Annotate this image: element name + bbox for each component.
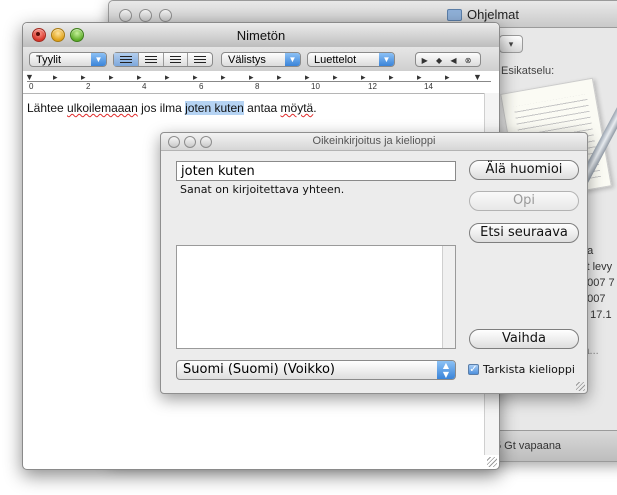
finder-action-button[interactable]: ▾	[499, 35, 523, 53]
align-justify-button[interactable]	[164, 53, 189, 66]
updown-arrows-icon: ▲ ▼	[437, 361, 455, 379]
tab-stop-icon[interactable]: ▸	[193, 72, 198, 83]
suggestions-list[interactable]	[176, 245, 456, 349]
panel-title: Oikeinkirjoitus ja kielioppi	[312, 135, 436, 147]
ignore-button[interactable]: Älä huomioi	[469, 160, 579, 180]
tab-stop-icon[interactable]: ▸	[305, 72, 310, 83]
lists-popup-label: Luettelot	[314, 54, 357, 66]
ruler-number: 10	[311, 82, 320, 91]
tab-stop-icon[interactable]: ▸	[221, 72, 226, 83]
ruler[interactable]: ▼ 0 2 4 6 8 10 12 14 ▸ ▸ ▸ ▸ ▸ ▸ ▸ ▸ ▸ ▸…	[23, 71, 499, 94]
spacing-popup[interactable]: Välistys ▼	[221, 52, 301, 67]
language-select[interactable]: Suomi (Suomi) (Voikko) ▲ ▼	[176, 360, 456, 380]
align-center-icon	[144, 56, 157, 63]
align-right-button[interactable]	[188, 53, 212, 66]
window-title: Nimetön	[236, 28, 286, 43]
tab-stop-icon[interactable]: ▸	[445, 72, 450, 83]
align-center-button[interactable]	[139, 53, 164, 66]
tab-stop-icon[interactable]: ▸	[249, 72, 254, 83]
styles-popup-label: Tyylit	[36, 54, 62, 66]
suggestions-scrollbar[interactable]	[442, 246, 455, 348]
ruler-number: 14	[424, 82, 433, 91]
resize-grip-icon[interactable]	[576, 382, 585, 391]
resize-grip-icon[interactable]	[487, 457, 497, 467]
align-left-button[interactable]	[114, 53, 139, 66]
chevron-down-icon: ▼	[285, 53, 300, 66]
folder-icon	[447, 9, 462, 21]
panel-titlebar[interactable]: Oikeinkirjoitus ja kielioppi	[161, 133, 587, 151]
misspelled-word-field[interactable]: joten kuten	[176, 161, 456, 181]
tab-stop-icon[interactable]: ▸	[109, 72, 114, 83]
spelling-grammar-panel: Oikeinkirjoitus ja kielioppi joten kuten…	[160, 132, 588, 394]
language-select-value: Suomi (Suomi) (Voikko)	[183, 362, 335, 377]
free-space-label: 5 Gt vapaana	[495, 440, 562, 452]
text-run: jos ilma	[137, 101, 186, 115]
tab-stop-icon[interactable]: ▸	[333, 72, 338, 83]
ruler-number: 6	[199, 82, 204, 91]
tab-stop-icon[interactable]: ▸	[165, 72, 170, 83]
grammar-hint: Sanat on kirjoitettava yhteen.	[180, 183, 345, 196]
ruler-number: 0	[29, 82, 34, 91]
check-grammar-label: Tarkista kielioppi	[483, 363, 575, 376]
chevron-down-icon: ▼	[379, 53, 394, 66]
textedit-titlebar[interactable]: Nimetön	[23, 23, 499, 47]
tab-stop-icon[interactable]: ▸	[361, 72, 366, 83]
text-run: Lähtee	[27, 101, 68, 115]
chevron-down-icon: ▼	[91, 53, 106, 66]
spacing-popup-label: Välistys	[228, 54, 266, 66]
alignment-control	[113, 52, 213, 67]
misspelled-word[interactable]: ulkoilemaaan	[67, 101, 138, 115]
finder-title: Ohjelmat	[467, 7, 520, 22]
styles-popup[interactable]: Tyylit ▼	[29, 52, 107, 67]
tab-stop-icon[interactable]: ▸	[53, 72, 58, 83]
tab-stop-icon[interactable]: ▸	[389, 72, 394, 83]
text-run: .	[313, 101, 317, 115]
finder-close-button[interactable]	[119, 9, 132, 22]
misspelled-word[interactable]: möytä	[281, 101, 314, 115]
align-justify-icon	[169, 56, 182, 63]
ruler-number: 8	[255, 82, 260, 91]
text-run: antaa	[243, 101, 281, 115]
indent-marker-icon[interactable]: ▼	[25, 72, 34, 82]
check-grammar-checkbox[interactable]: ✓	[468, 364, 479, 375]
change-button[interactable]: Vaihda	[469, 329, 579, 349]
align-right-icon	[194, 56, 206, 63]
finder-zoom-button[interactable]	[159, 9, 172, 22]
tab-stop-controls[interactable]: ▶ ◆ ◀ ⊗	[415, 52, 481, 67]
finder-minimize-button[interactable]	[139, 9, 152, 22]
ruler-number: 12	[368, 82, 377, 91]
align-left-icon	[120, 56, 132, 63]
selected-text[interactable]: joten kuten	[185, 101, 244, 115]
tab-stop-icon[interactable]: ▸	[417, 72, 422, 83]
tab-stop-icon[interactable]: ▸	[137, 72, 142, 83]
learn-button[interactable]: Opi	[469, 191, 579, 211]
right-margin-marker-icon[interactable]: ▼	[473, 72, 482, 82]
format-toolbar: Tyylit ▼ Välistys ▼ Luettelot ▼ ▶ ◆ ◀ ⊗	[23, 47, 499, 71]
tab-stop-icon[interactable]: ▸	[81, 72, 86, 83]
document-text[interactable]: Lähtee ulkoilemaaan jos ilma joten kuten…	[27, 101, 317, 115]
ruler-number: 4	[142, 82, 147, 91]
lists-popup[interactable]: Luettelot ▼	[307, 52, 395, 67]
tab-stop-icon[interactable]: ▸	[277, 72, 282, 83]
ruler-number: 2	[86, 82, 91, 91]
preview-label: Esikatselu:	[501, 65, 555, 77]
find-next-button[interactable]: Etsi seuraava	[469, 223, 579, 243]
